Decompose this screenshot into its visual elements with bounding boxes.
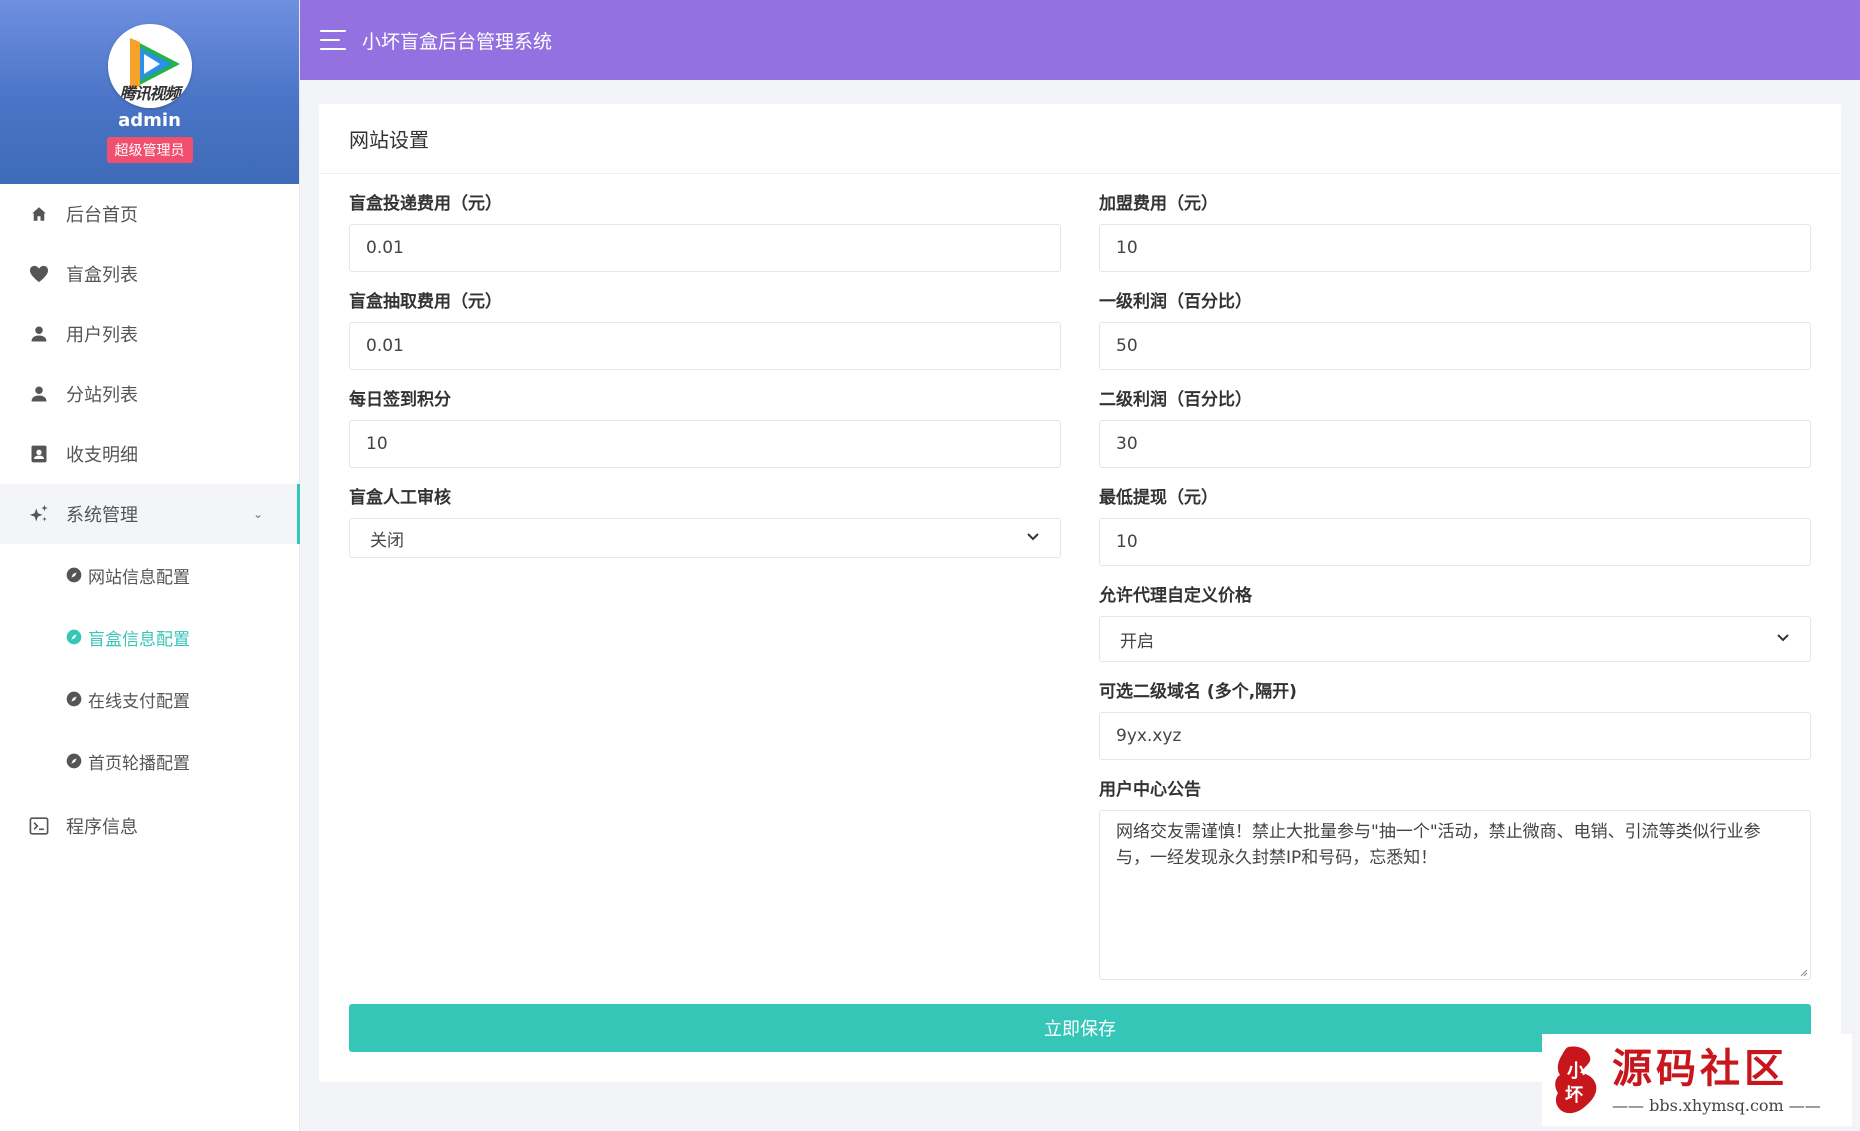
sidebar-item-substation-list[interactable]: 分站列表 [0,364,299,424]
sidebar-menu: 后台首页 盲盒列表 用户列表 分站列表 收支明细 系统管理 ⌄ [0,184,300,544]
field-label: 可选二级域名 (多个,隔开) [1099,682,1297,702]
submenu-item-carousel-config[interactable]: 首页轮播配置 [0,730,299,792]
deliver-fee-input[interactable]: 0.01 [349,224,1061,272]
role-badge: 超级管理员 [106,137,193,163]
heart-icon [28,263,50,285]
field-label: 用户中心公告 [1099,780,1201,800]
sidebar-item-label: 用户列表 [66,325,138,346]
min-withdraw-input[interactable]: 10 [1099,518,1811,566]
svg-text:小: 小 [1567,1061,1585,1082]
app-title: 小坏盲盒后台管理系统 [362,30,553,53]
profile-panel: 腾讯视频 admin 超级管理员 [0,0,299,184]
svg-text:坏: 坏 [1565,1085,1583,1106]
sidebar-item-home[interactable]: 后台首页 [0,184,299,244]
sidebar-item-system-management[interactable]: 系统管理 ⌄ [0,484,300,544]
compass-icon [66,629,82,645]
field-manual-review: 盲盒人工审核 关闭 [349,488,1061,558]
avatar-logo-text: 腾讯视频 [119,84,180,103]
sparkles-icon [28,503,50,525]
sidebar-item-label: 程序信息 [66,817,138,838]
field-agent-custom-price: 允许代理自定义价格 开启 [1099,586,1811,662]
field-draw-fee: 盲盒抽取费用（元） 0.01 [349,292,1061,370]
submenu-item-label: 网站信息配置 [88,567,190,588]
field-level1-profit: 一级利润（百分比） 50 [1099,292,1811,370]
sidebar-item-program-info[interactable]: 程序信息 [0,796,299,856]
sidebar-item-label: 收支明细 [66,445,138,466]
submenu-item-blindbox-config[interactable]: 盲盒信息配置 [0,606,299,668]
resize-grip-icon[interactable] [1798,967,1808,977]
compass-icon [66,753,82,769]
compass-icon [66,567,82,583]
agent-custom-price-select[interactable]: 开启 [1099,616,1811,662]
watermark-title: 源码社区 [1612,1044,1788,1092]
form-left-column: 盲盒投递费用（元） 0.01 盲盒抽取费用（元） 0.01 每日签到积分 10 … [349,194,1061,578]
level2-profit-input[interactable]: 30 [1099,420,1811,468]
compass-icon [66,691,82,707]
sidebar-item-user-list[interactable]: 用户列表 [0,304,299,364]
select-value: 开启 [1120,631,1154,652]
field-label: 盲盒投递费用（元） [349,194,502,214]
textarea-value: 网络交友需谨慎！禁止大批量参与"抽一个"活动，禁止微商、电销、引流等类似行业参与… [1116,822,1761,868]
settings-card: 网站设置 盲盒投递费用（元） 0.01 盲盒抽取费用（元） 0.01 每日签到积… [319,104,1841,1082]
sidebar-item-label: 分站列表 [66,385,138,406]
field-user-notice: 用户中心公告 网络交友需谨慎！禁止大批量参与"抽一个"活动，禁止微商、电销、引流… [1099,780,1811,980]
submenu-item-label: 首页轮播配置 [88,753,190,774]
field-franchise-fee: 加盟费用（元） 10 [1099,194,1811,272]
sidebar-item-blindbox-list[interactable]: 盲盒列表 [0,244,299,304]
top-bar: 小坏盲盒后台管理系统 [300,0,1860,80]
field-label: 允许代理自定义价格 [1099,586,1252,606]
avatar[interactable]: 腾讯视频 [107,24,192,108]
level1-profit-input[interactable]: 50 [1099,322,1811,370]
select-value: 关闭 [370,530,404,551]
submenu-item-label: 盲盒信息配置 [88,629,190,650]
field-label: 一级利润（百分比） [1099,292,1252,312]
field-label: 加盟费用（元） [1099,194,1218,214]
contact-book-icon [28,443,50,465]
submenu-item-site-config[interactable]: 网站信息配置 [0,544,299,606]
manual-review-select[interactable]: 关闭 [349,518,1061,558]
daily-checkin-points-input[interactable]: 10 [349,420,1061,468]
sidebar-item-transactions[interactable]: 收支明细 [0,424,299,484]
submenu-item-payment-config[interactable]: 在线支付配置 [0,668,299,730]
sidebar: 腾讯视频 admin 超级管理员 后台首页 盲盒列表 用户列表 分站列表 收支明… [0,0,300,1131]
user-icon [28,383,50,405]
admin-username: admin [118,110,181,131]
field-deliver-fee: 盲盒投递费用（元） 0.01 [349,194,1061,272]
user-icon [28,323,50,345]
subdomains-input[interactable]: 9yx.xyz [1099,712,1811,760]
draw-fee-input[interactable]: 0.01 [349,322,1061,370]
franchise-fee-input[interactable]: 10 [1099,224,1811,272]
field-label: 盲盒抽取费用（元） [349,292,502,312]
terminal-icon [28,815,50,837]
sidebar-menu-bottom: 程序信息 [0,796,299,856]
form-right-column: 加盟费用（元） 10 一级利润（百分比） 50 二级利润（百分比） 30 最低提… [1099,194,1811,1000]
chevron-down-icon [1026,530,1040,546]
chevron-down-icon [1776,631,1790,647]
submenu-item-label: 在线支付配置 [88,691,190,712]
field-daily-checkin-points: 每日签到积分 10 [349,390,1061,468]
sidebar-item-label: 系统管理 [66,505,138,526]
field-label: 盲盒人工审核 [349,488,451,508]
field-min-withdraw: 最低提现（元） 10 [1099,488,1811,566]
home-icon [28,203,50,225]
user-notice-textarea[interactable]: 网络交友需谨慎！禁止大批量参与"抽一个"活动，禁止微商、电销、引流等类似行业参与… [1099,810,1811,980]
system-submenu: 网站信息配置 盲盒信息配置 在线支付配置 首页轮播配置 [0,544,299,792]
field-level2-profit: 二级利润（百分比） 30 [1099,390,1811,468]
field-label: 每日签到积分 [349,390,451,410]
card-title: 网站设置 [319,104,1841,174]
field-label: 最低提现（元） [1099,488,1218,508]
watermark-seal-icon: 小 坏 [1550,1043,1602,1117]
chevron-down-icon: ⌄ [252,507,263,521]
sidebar-item-label: 盲盒列表 [66,265,138,286]
field-label: 二级利润（百分比） [1099,390,1252,410]
field-subdomains: 可选二级域名 (多个,隔开) 9yx.xyz [1099,682,1811,760]
watermark-text: 源码社区 —— bbs.xhymsq.com —— [1612,1044,1821,1115]
watermark-url: —— bbs.xhymsq.com —— [1612,1095,1821,1115]
watermark: 小 坏 源码社区 —— bbs.xhymsq.com —— [1542,1034,1852,1126]
sidebar-item-label: 后台首页 [66,205,138,226]
menu-toggle-icon[interactable] [320,30,346,50]
